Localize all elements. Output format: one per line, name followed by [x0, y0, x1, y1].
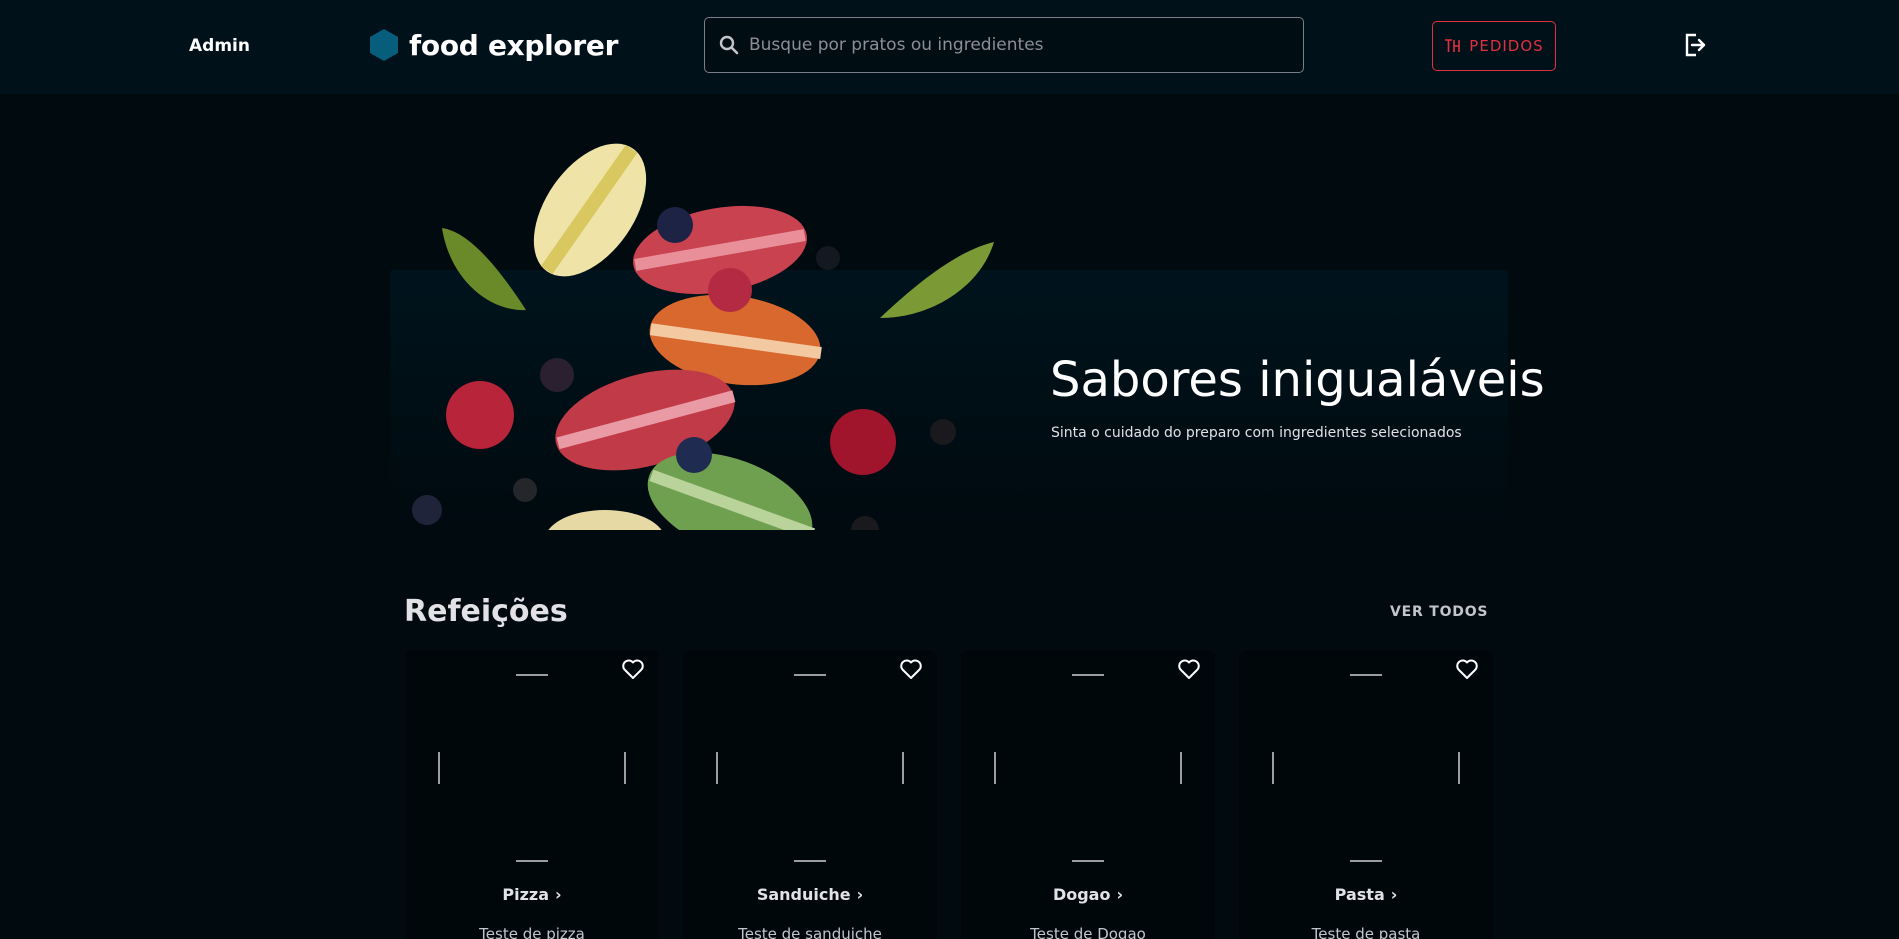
top-header: Admin food explorer PEDIDOS: [0, 0, 1899, 94]
orders-button[interactable]: PEDIDOS: [1432, 21, 1556, 71]
orders-label: PEDIDOS: [1469, 37, 1544, 55]
banner-subtitle: Sinta o cuidado do preparo com ingredien…: [1051, 425, 1462, 441]
dish-name[interactable]: Dogao ›: [961, 885, 1215, 904]
search-bar[interactable]: [704, 17, 1304, 73]
see-all-link[interactable]: VER TODOS: [1390, 604, 1488, 620]
dish-card[interactable]: Dogao › Teste de Dogao: [961, 650, 1215, 939]
macarons-illustration: [390, 120, 1010, 530]
brand-logo[interactable]: food explorer: [369, 28, 618, 62]
dish-card[interactable]: Sanduiche › Teste de sanduiche: [683, 650, 937, 939]
dish-name[interactable]: Sanduiche ›: [683, 885, 937, 904]
dish-image-placeholder: [1270, 672, 1462, 864]
dish-name[interactable]: Pizza ›: [405, 885, 659, 904]
dish-image-placeholder: [992, 672, 1184, 864]
search-icon: [719, 35, 739, 55]
dish-card[interactable]: Pasta › Teste de pasta: [1239, 650, 1493, 939]
admin-label: Admin: [189, 36, 250, 56]
hexagon-logo-icon: [369, 28, 399, 62]
dish-image-placeholder: [436, 672, 628, 864]
search-input[interactable]: [749, 35, 1289, 55]
chevron-right-icon: ›: [856, 885, 864, 904]
sign-out-icon[interactable]: [1684, 33, 1706, 57]
dish-image-placeholder: [714, 672, 906, 864]
chevron-right-icon: ›: [1116, 885, 1124, 904]
dish-description: Teste de pasta: [1311, 925, 1421, 939]
section-title: Refeições: [404, 594, 568, 629]
dish-description: Teste de sanduiche: [738, 925, 882, 939]
dish-name[interactable]: Pasta ›: [1239, 885, 1493, 904]
banner-title: Sabores inigualáveis: [1050, 352, 1545, 408]
chevron-right-icon: ›: [1390, 885, 1398, 904]
brand-name: food explorer: [409, 28, 619, 62]
dish-card[interactable]: Pizza › Teste de pizza: [405, 650, 659, 939]
chevron-right-icon: ›: [555, 885, 562, 904]
dish-description: Teste de Dogao: [1030, 925, 1146, 939]
receipt-icon: [1444, 38, 1461, 54]
dish-description: Teste de pizza: [479, 925, 585, 939]
